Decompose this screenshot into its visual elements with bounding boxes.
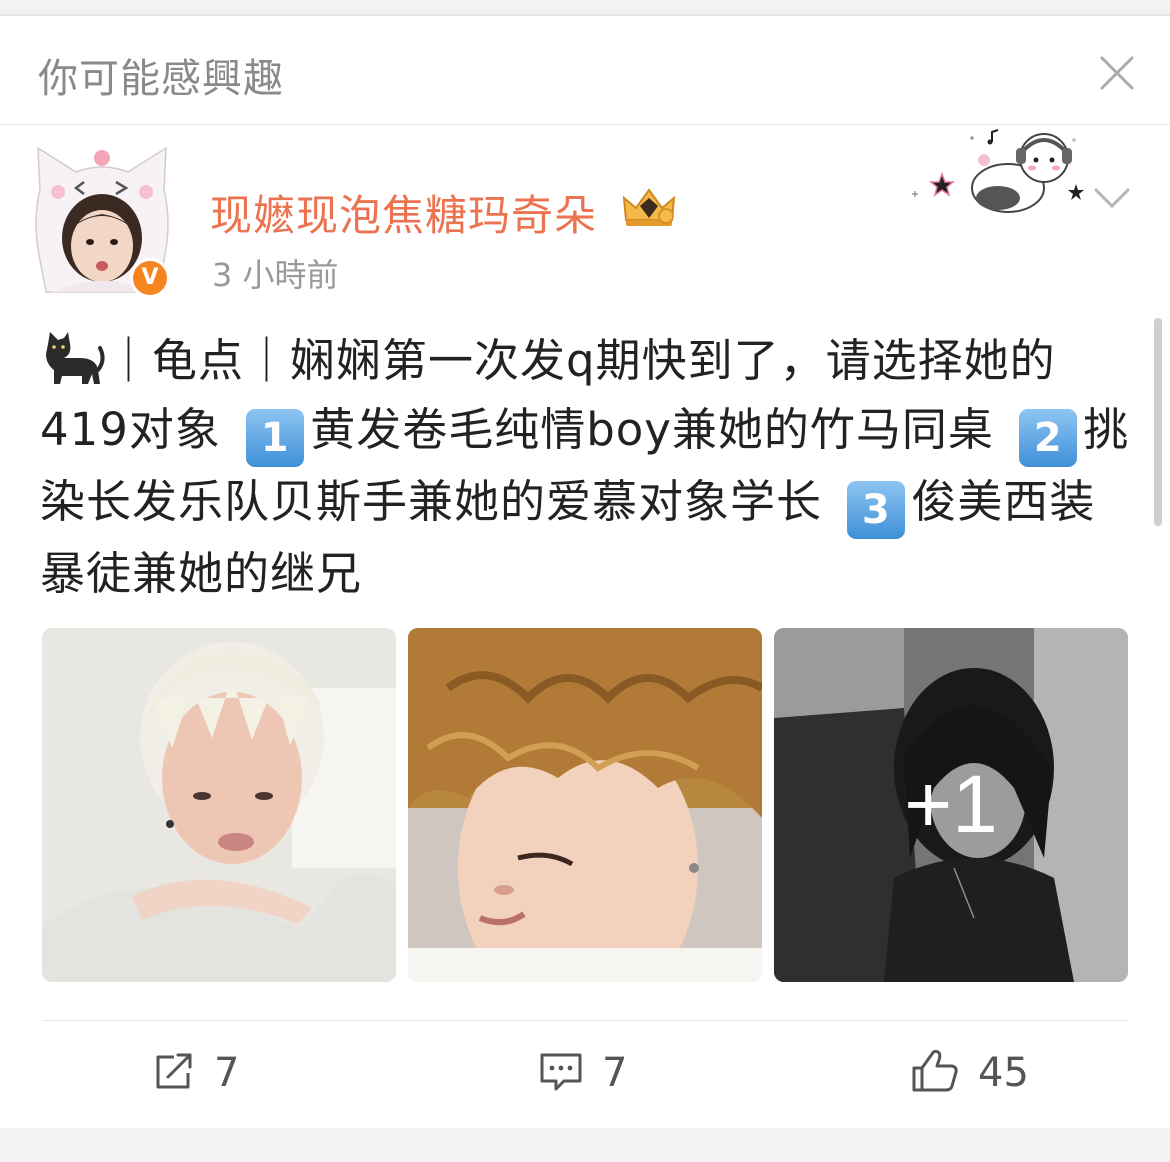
like-count: 45 <box>978 1050 1029 1096</box>
thumbs-up-icon <box>910 1048 960 1098</box>
cat-sticker-icon <box>898 124 1090 224</box>
photo-black-long-hair[interactable]: +1 <box>774 628 1128 982</box>
keycap-three-icon: 3 <box>847 481 906 539</box>
recommend-header: 你可能感興趣 <box>0 16 1170 124</box>
post-text-part-2: 黄发卷毛纯情boy兼她的竹马同桌 <box>310 403 1010 456</box>
crown-icon[interactable] <box>620 186 678 228</box>
scrollbar[interactable] <box>1154 318 1162 526</box>
chevron-down-icon[interactable] <box>1092 182 1132 212</box>
timestamp: 3 小時前 <box>212 256 339 294</box>
share-button[interactable]: 7 <box>152 1048 239 1098</box>
more-images-count: +1 <box>904 759 998 850</box>
share-icon <box>152 1051 196 1095</box>
post-text: ｜龟点｜娴娴第一次发q期快到了，请选择她的 419对象 1 黄发卷毛纯情boy兼她… <box>40 326 1134 608</box>
username[interactable]: 现嬷现泡焦糖玛奇朵 <box>210 182 597 243</box>
verified-badge: V <box>130 258 170 298</box>
black-cat-icon <box>40 330 106 388</box>
comment-count: 7 <box>602 1050 628 1096</box>
top-spacer <box>0 0 1170 14</box>
keycap-one-icon: 1 <box>246 409 305 467</box>
photo-blonde-hair[interactable] <box>42 628 396 982</box>
like-button[interactable]: 45 <box>910 1048 1029 1098</box>
close-icon[interactable] <box>1096 52 1138 94</box>
keycap-two-icon: 2 <box>1019 409 1078 467</box>
comment-button[interactable]: 7 <box>538 1048 627 1098</box>
comment-icon <box>538 1051 584 1095</box>
actions-divider <box>42 1020 1128 1021</box>
photo-curly-brown-hair[interactable] <box>408 628 762 982</box>
recommend-title: 你可能感興趣 <box>38 56 284 102</box>
bottom-spacer <box>0 1128 1170 1162</box>
share-count: 7 <box>214 1050 240 1096</box>
